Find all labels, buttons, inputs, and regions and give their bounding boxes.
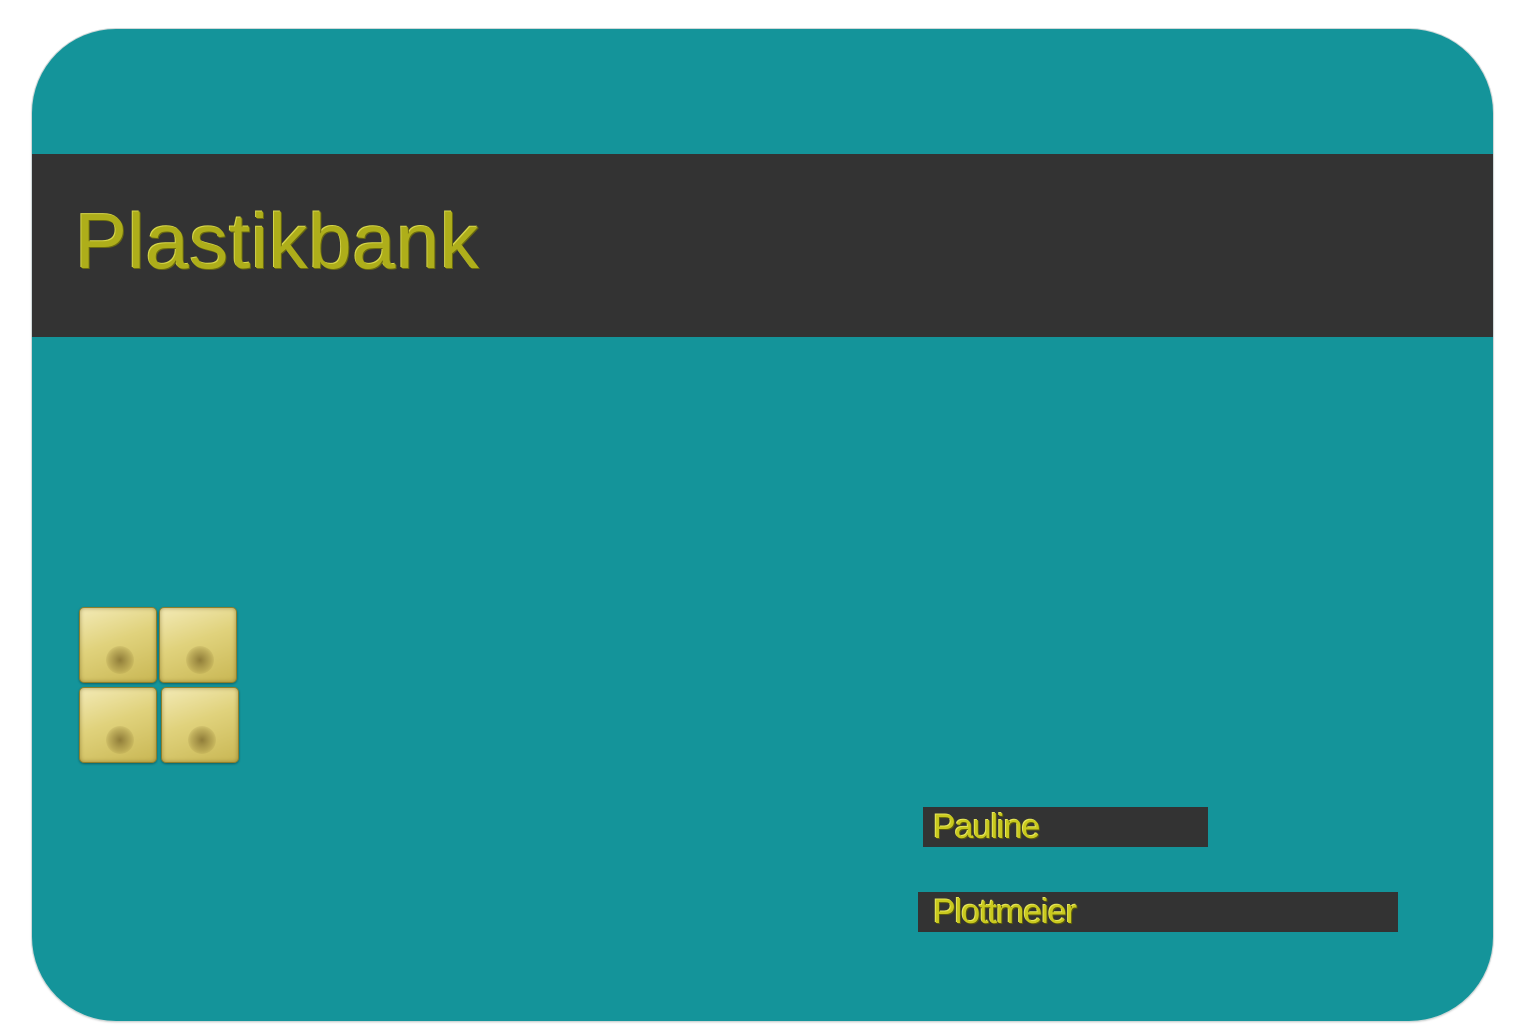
- cardholder-first-name: Pauline: [933, 808, 1040, 846]
- chip-contact-pad: [79, 687, 157, 763]
- bank-card: Plastikbank Pauline Plottmeier: [32, 29, 1493, 1021]
- chip-contact-pad: [161, 687, 239, 763]
- cardholder-last-name-field: Plottmeier: [918, 892, 1398, 932]
- cardholder-first-name-field: Pauline: [923, 807, 1208, 847]
- bank-name: Plastikbank: [75, 197, 480, 285]
- header-stripe: Plastikbank: [32, 154, 1493, 337]
- chip-icon: [79, 607, 241, 765]
- cardholder-last-name: Plottmeier: [933, 893, 1077, 931]
- chip-contact-pad: [159, 607, 237, 683]
- chip-contact-pad: [79, 607, 157, 683]
